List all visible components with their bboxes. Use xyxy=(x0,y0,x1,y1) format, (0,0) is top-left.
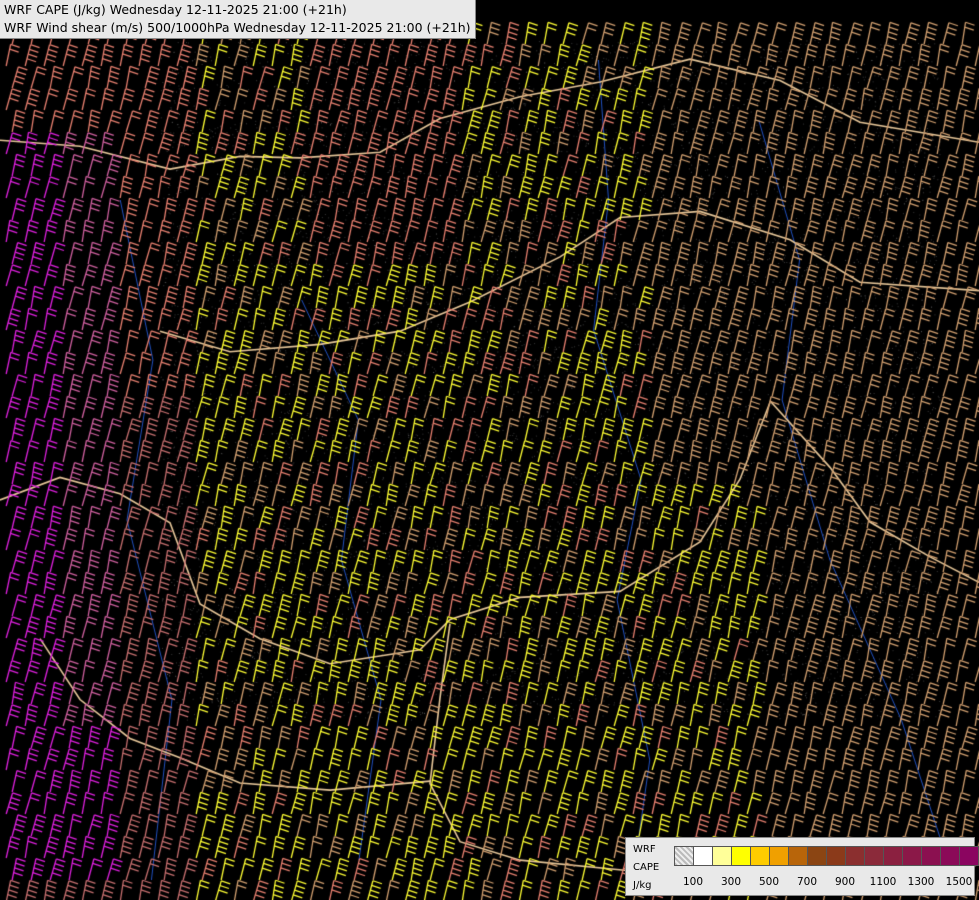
legend-tick-label: 900 xyxy=(834,876,856,888)
legend-swatch xyxy=(864,846,884,866)
map-title-box: WRF CAPE (J/kg) Wednesday 12-11-2025 21:… xyxy=(0,0,476,39)
cape-title: WRF CAPE (J/kg) Wednesday 12-11-2025 21:… xyxy=(4,2,347,17)
wind-shear-barb-map xyxy=(0,0,979,900)
legend-tick-label: 100 xyxy=(682,876,704,888)
legend-model-label: WRF xyxy=(633,844,656,855)
legend-swatch xyxy=(883,846,903,866)
legend-swatch xyxy=(769,846,789,866)
legend-swatch xyxy=(826,846,846,866)
legend-swatch xyxy=(674,846,694,866)
legend-swatch xyxy=(921,846,941,866)
legend-swatch xyxy=(940,846,960,866)
legend-ticks: 100 300 500 700 900 1100 1300 1500 xyxy=(674,876,974,890)
legend-swatch xyxy=(845,846,865,866)
wind-shear-title: WRF Wind shear (m/s) 500/1000hPa Wednesd… xyxy=(4,20,471,35)
cape-legend: WRF CAPE J/kg 100 300 500 700 900 1100 1300 150… xyxy=(625,837,979,896)
legend-unit-label: J/kg xyxy=(633,880,652,891)
legend-swatch xyxy=(902,846,922,866)
legend-swatch xyxy=(807,846,827,866)
legend-swatch xyxy=(788,846,808,866)
legend-tick-label: 1500 xyxy=(945,876,973,888)
legend-tick-label: 300 xyxy=(720,876,742,888)
legend-tick-label: 1300 xyxy=(907,876,935,888)
legend-swatch xyxy=(959,846,979,866)
legend-tick-label: 500 xyxy=(758,876,780,888)
legend-swatch xyxy=(712,846,732,866)
legend-swatch xyxy=(693,846,713,866)
legend-color-scale xyxy=(674,846,979,866)
legend-swatch xyxy=(750,846,770,866)
legend-tick-label: 700 xyxy=(796,876,818,888)
legend-swatch xyxy=(731,846,751,866)
legend-tick-label: 1100 xyxy=(869,876,897,888)
legend-field-label: CAPE xyxy=(633,862,660,873)
